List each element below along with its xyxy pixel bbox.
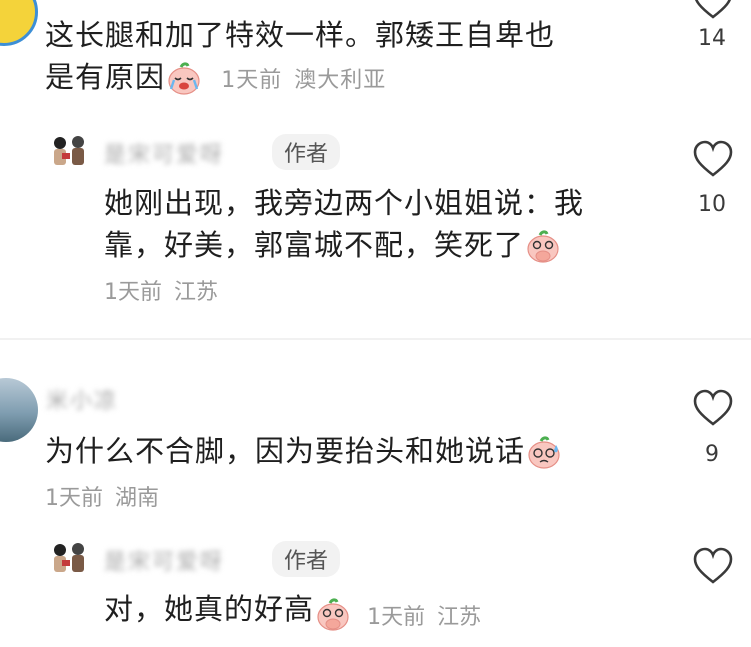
comment-time: 1天前 [221, 68, 283, 93]
comment-time: 1天前 [45, 486, 103, 511]
username[interactable]: 是宋可爱呀 [104, 137, 224, 169]
comment-text: 为什么不合脚，因为要抬头和她说话 [45, 430, 563, 472]
comment-location: 江苏 [437, 604, 482, 630]
comment-time: 1天前 [104, 280, 162, 305]
username[interactable]: 米小凉 [46, 383, 118, 415]
comment-text: 她刚出现，我旁边两个小姐姐说：我 靠，好美，郭富城不配，笑死了 [104, 186, 585, 264]
covering-mouth-emoji-icon [524, 230, 562, 264]
username[interactable]: 是宋可爱呀 [104, 544, 224, 576]
comment-meta: 1天前 湖南 [45, 480, 159, 512]
avatar[interactable] [0, 378, 38, 442]
comment-location: 江苏 [174, 280, 219, 305]
divider [0, 338, 751, 340]
crying-emoji-icon [165, 62, 203, 96]
avatar[interactable] [0, 0, 38, 46]
like-count: 14 [698, 26, 726, 51]
avatar[interactable] [48, 133, 92, 169]
heart-icon[interactable] [692, 140, 734, 178]
comment-location: 湖南 [115, 486, 160, 511]
like-count: 10 [698, 192, 726, 217]
comment-meta: 1天前 江苏 [104, 274, 218, 306]
author-badge: 作者 [272, 134, 341, 170]
comment-location: 澳大利亚 [294, 68, 387, 93]
author-badge: 作者 [272, 541, 341, 577]
covering-mouth-emoji-icon [314, 597, 352, 632]
sweat-emoji-icon [525, 436, 563, 470]
like-count: 9 [705, 442, 719, 467]
comment-text: 这长腿和加了特效一样。郭矮王自卑也 是有原因 1天前 澳大利亚 [45, 18, 556, 96]
heart-icon[interactable] [692, 0, 734, 20]
comment-time: 1天前 [367, 604, 426, 630]
comment-text: 对，她真的好高 [104, 592, 315, 626]
heart-icon[interactable] [692, 547, 734, 585]
avatar[interactable] [48, 540, 92, 576]
comment-row: 对，她真的好高 1天前 江苏 [104, 588, 481, 632]
heart-icon[interactable] [692, 389, 734, 427]
